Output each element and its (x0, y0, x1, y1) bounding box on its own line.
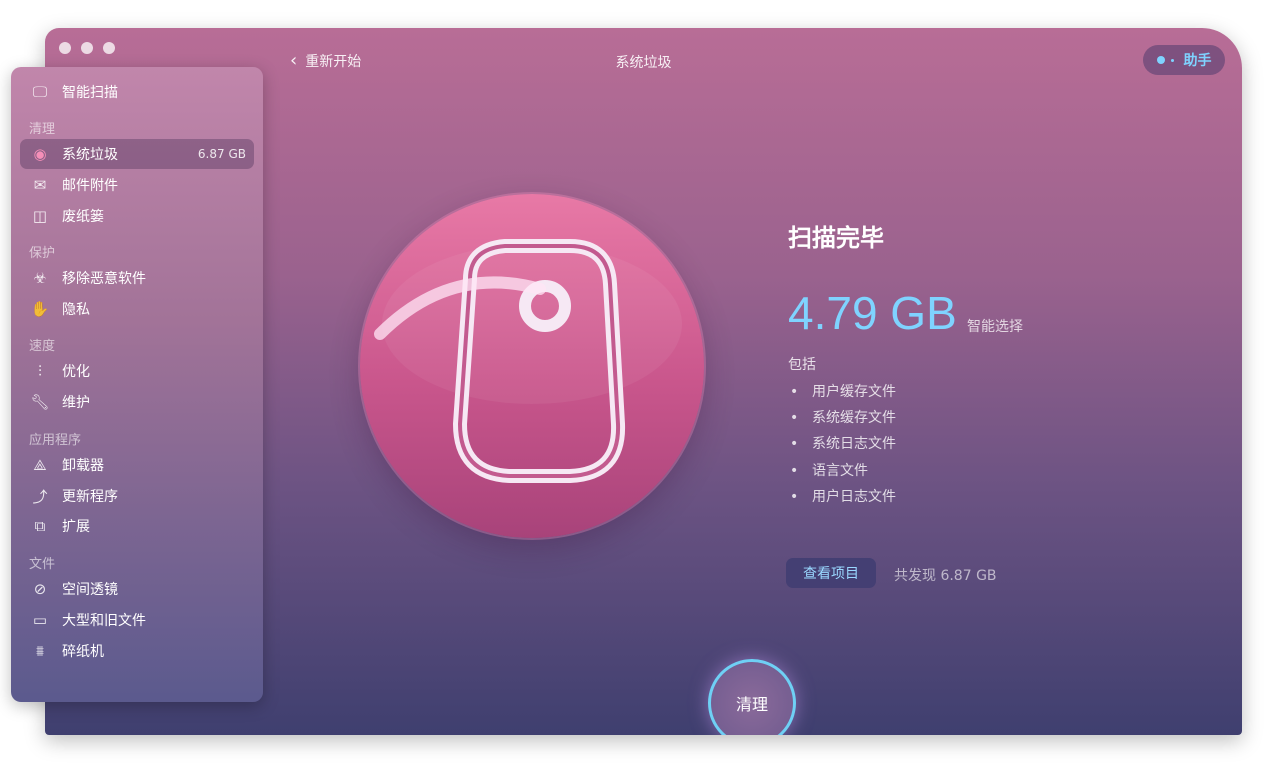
sidebar-item-maintenance[interactable]: 🔧︎ 维护 (20, 387, 254, 417)
section-title: 速度 (29, 339, 56, 354)
sidebar-item-label: 大型和旧文件 (62, 613, 146, 629)
sidebar-item-label: 废纸篓 (62, 209, 104, 225)
sidebar-item-label: 邮件附件 (62, 178, 118, 194)
assistant-label: 助手 (1183, 53, 1212, 69)
sidebar-item-large-old-files[interactable]: ▭ 大型和旧文件 (20, 605, 254, 635)
sidebar-item-label: 智能扫描 (62, 85, 118, 101)
update-icon: ⤴ (32, 487, 48, 506)
sidebar-item-label: 空间透镜 (62, 582, 118, 598)
sidebar: 🖵 智能扫描 清理 ◉ 系统垃圾 6.87 GB ✉ 邮件附件 ◫ 废纸篓 保护 ☣ 移除恶… (11, 67, 263, 702)
junk-size: 4.79 GB (788, 287, 957, 339)
puzzle-icon: ⧉ (34, 517, 46, 535)
include-item: • 系统缓存文件 (790, 410, 896, 426)
sidebar-item-label: 维护 (62, 395, 90, 411)
sidebar-item-optimization[interactable]: ⫶ 优化 (20, 356, 254, 386)
tag-icon (374, 239, 682, 483)
sidebar-item-malware-removal[interactable]: ☣ 移除恶意软件 (20, 263, 254, 293)
section-title: 保护 (29, 246, 56, 261)
sidebar-item-label: 扩展 (62, 519, 90, 535)
sidebar-item-updater[interactable]: ⤴ 更新程序 (20, 481, 254, 511)
sidebar-item-label: 更新程序 (62, 489, 118, 505)
sidebar-item-label: 优化 (62, 364, 90, 380)
sliders-icon: ⫶ (38, 362, 42, 380)
folder-icon: ▭ (32, 611, 48, 629)
dot-icon (1170, 58, 1174, 62)
junk-icon: ◉ (33, 145, 47, 163)
section-title: 应用程序 (29, 433, 82, 448)
include-item: • 用户缓存文件 (790, 384, 896, 400)
clean-button[interactable]: 清理 (708, 659, 796, 735)
sidebar-item-smart-scan[interactable]: 🖵 智能扫描 (20, 77, 254, 107)
sidebar-item-label: 碎纸机 (62, 644, 104, 660)
biohazard-icon: ☣ (33, 269, 47, 287)
sidebar-item-privacy[interactable]: ✋ 隐私 (20, 294, 254, 324)
section-title: 文件 (29, 557, 56, 572)
sidebar-item-shredder[interactable]: ⩩ 碎纸机 (20, 636, 254, 666)
sidebar-item-trash[interactable]: ◫ 废纸篓 (20, 201, 254, 231)
section-title: 清理 (29, 122, 56, 137)
assistant-button[interactable]: 助手 (1143, 45, 1225, 75)
planet-icon: ⊘ (33, 580, 47, 598)
include-item: • 系统日志文件 (790, 436, 896, 452)
monitor-icon: 🖵 (32, 83, 48, 101)
sidebar-item-label: 卸载器 (62, 458, 104, 474)
sidebar-item-label: 移除恶意软件 (62, 271, 146, 287)
includes-label: 包括 (788, 357, 816, 373)
trash-icon: ◫ (32, 207, 48, 225)
uninstaller-icon: ⟁ (33, 456, 47, 474)
sidebar-item-label: 系统垃圾 (62, 147, 118, 163)
sidebar-item-uninstaller[interactable]: ⟁ 卸载器 (20, 450, 254, 480)
sidebar-item-space-lens[interactable]: ⊘ 空间透镜 (20, 574, 254, 604)
found-total: 共发现 6.87 GB (894, 568, 997, 584)
sidebar-item-mail-attachments[interactable]: ✉ 邮件附件 (20, 170, 254, 200)
smart-select-label: 智能选择 (967, 319, 1023, 335)
shredder-icon: ⩩ (35, 642, 44, 660)
mail-icon: ✉ (33, 176, 47, 194)
hand-icon: ✋ (30, 300, 50, 318)
include-item: • 用户日志文件 (790, 489, 896, 505)
system-junk-illustration (360, 194, 704, 538)
sidebar-item-extensions[interactable]: ⧉ 扩展 (20, 511, 254, 541)
view-items-button[interactable]: 查看项目 (786, 558, 876, 588)
junk-size-badge: 6.87 GB (197, 147, 246, 161)
wrench-icon: 🔧︎ (30, 393, 50, 411)
dot-icon (1156, 56, 1165, 64)
scan-complete-heading: 扫描完毕 (788, 224, 884, 252)
include-item: • 语言文件 (790, 463, 868, 479)
sidebar-item-label: 隐私 (62, 302, 90, 318)
sidebar-item-system-junk[interactable]: ◉ 系统垃圾 6.87 GB (20, 139, 254, 169)
